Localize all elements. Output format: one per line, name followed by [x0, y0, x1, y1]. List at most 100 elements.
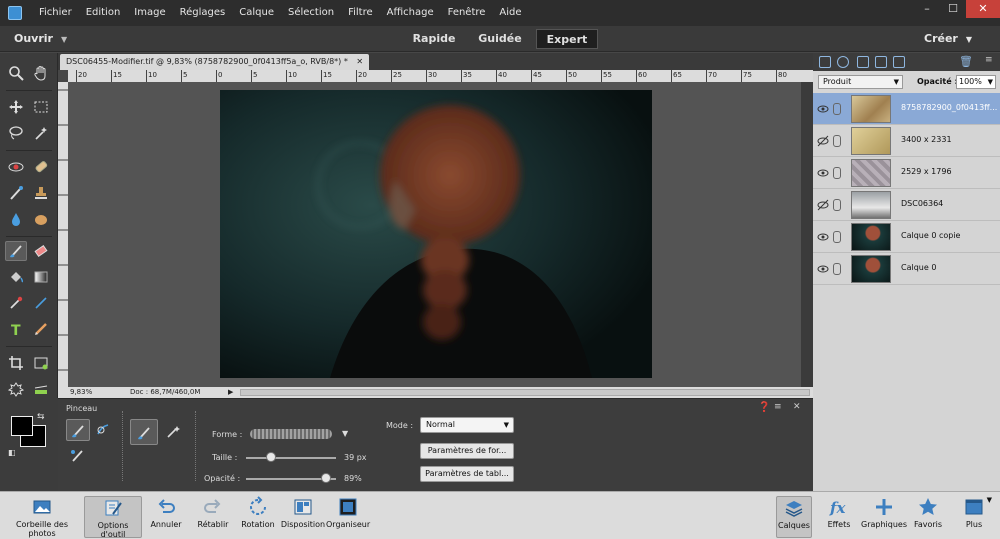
line-tool-icon[interactable] — [30, 293, 52, 313]
taille-slider[interactable] — [246, 457, 336, 459]
panel-menu-icon[interactable]: ≡ — [985, 55, 993, 65]
brush-tool-icon[interactable] — [5, 241, 27, 261]
airbrush-icon[interactable] — [160, 419, 188, 445]
link-icon[interactable] — [833, 231, 841, 243]
trash-icon[interactable]: 🗑 — [959, 55, 973, 68]
graphics-button[interactable]: Graphiques — [858, 496, 910, 538]
create-button[interactable]: Créer ▼ — [924, 26, 972, 53]
straighten-tool-icon[interactable] — [30, 379, 52, 399]
zoom-tool-icon[interactable] — [5, 63, 27, 83]
open-button[interactable]: Ouvrir ▼ — [14, 26, 67, 53]
cookie-cutter-icon[interactable] — [5, 379, 27, 399]
move-tool-icon[interactable] — [5, 97, 27, 117]
eye-icon[interactable] — [817, 263, 829, 275]
help-icon[interactable]: ❓ — [758, 402, 770, 413]
lock-all-icon[interactable] — [893, 56, 905, 68]
layers-button[interactable]: Calques — [776, 496, 812, 538]
close-tab-icon[interactable]: ✕ — [356, 57, 363, 66]
layer-row[interactable]: 3400 x 2331 — [813, 125, 1000, 157]
close-panel-icon[interactable]: ✕ — [793, 402, 801, 412]
swap-colors-icon[interactable]: ⇆ — [37, 412, 45, 422]
effects-button[interactable]: fx Effets — [822, 496, 856, 538]
menu-fichier[interactable]: Fichier — [32, 0, 79, 26]
photo-bin-button[interactable]: Corbeille des photos — [2, 496, 82, 538]
layer-row[interactable]: DSC06364 — [813, 189, 1000, 221]
default-colors-icon[interactable]: ◧ — [8, 448, 16, 457]
menu-image[interactable]: Image — [127, 0, 172, 26]
mode-select[interactable]: Normal ▼ — [420, 417, 514, 433]
layer-row[interactable]: Calque 0 — [813, 253, 1000, 285]
link-icon[interactable] — [833, 263, 841, 275]
menu-aide[interactable]: Aide — [492, 0, 528, 26]
opacite-slider-knob[interactable] — [321, 473, 332, 483]
red-eye-icon[interactable] — [5, 157, 27, 177]
maximize-button[interactable]: ☐ — [940, 0, 966, 18]
clone-stamp-icon[interactable] — [30, 183, 52, 203]
tab-guidee[interactable]: Guidée — [476, 29, 524, 49]
crop-tool-icon[interactable] — [5, 353, 27, 373]
brush-mode-icon[interactable] — [66, 419, 90, 441]
chevron-down-icon[interactable]: ▼ — [342, 429, 348, 438]
canvas-area[interactable] — [68, 82, 801, 387]
link-icon[interactable] — [833, 135, 841, 147]
menu-edition[interactable]: Edition — [79, 0, 128, 26]
layer-row[interactable]: 2529 x 1796 — [813, 157, 1000, 189]
lock-transparency-icon[interactable] — [875, 56, 887, 68]
layout-button[interactable]: Disposition — [280, 496, 326, 538]
play-arrow-icon[interactable]: ▶ — [228, 387, 233, 398]
lasso-tool-icon[interactable] — [5, 123, 27, 143]
eyedropper-icon[interactable] — [5, 293, 27, 313]
menu-selection[interactable]: Sélection — [281, 0, 341, 26]
redo-button[interactable]: Rétablir — [192, 496, 234, 538]
color-replacement-icon[interactable] — [66, 445, 88, 467]
tab-expert[interactable]: Expert — [536, 29, 598, 49]
rect-marquee-icon[interactable] — [30, 97, 52, 117]
layer-mask-icon[interactable] — [857, 56, 869, 68]
pencil-tool-icon[interactable] — [30, 319, 52, 339]
smart-brush-icon[interactable] — [5, 183, 27, 203]
blur-tool-icon[interactable] — [5, 209, 27, 229]
menu-calque[interactable]: Calque — [232, 0, 281, 26]
impressionist-brush-icon[interactable] — [92, 419, 114, 441]
brush-settings-button[interactable]: Paramètres de for... — [420, 443, 514, 459]
menu-fenetre[interactable]: Fenêtre — [441, 0, 493, 26]
tab-rapide[interactable]: Rapide — [410, 29, 458, 49]
magic-wand-icon[interactable] — [30, 123, 52, 143]
eye-hidden-icon[interactable] — [817, 199, 829, 211]
more-button[interactable]: Plus ▼ — [954, 496, 994, 538]
spot-healing-icon[interactable] — [30, 157, 52, 177]
layer-row[interactable]: 8758782900_0f0413ff... — [813, 93, 1000, 125]
document-tab[interactable]: DSC06455-Modifier.tif @ 9,83% (875878290… — [60, 54, 370, 70]
new-layer-icon[interactable] — [819, 56, 831, 68]
menu-affichage[interactable]: Affichage — [380, 0, 441, 26]
zoom-level[interactable]: 9,83% — [70, 387, 92, 398]
menu-reglages[interactable]: Réglages — [173, 0, 233, 26]
recompose-tool-icon[interactable] — [30, 353, 52, 373]
layer-row[interactable]: Calque 0 copie — [813, 221, 1000, 253]
undo-button[interactable]: Annuler — [146, 496, 186, 538]
panel-menu-icon[interactable]: ≡ — [774, 402, 782, 412]
document-image[interactable] — [220, 90, 652, 378]
organizer-button[interactable]: Organiseur — [326, 496, 370, 538]
close-window-button[interactable]: ✕ — [966, 0, 1000, 18]
gradient-tool-icon[interactable] — [30, 267, 52, 287]
eye-icon[interactable] — [817, 167, 829, 179]
favorites-button[interactable]: Favoris — [910, 496, 946, 538]
tablet-settings-button[interactable]: Paramètres de tabl... — [420, 466, 514, 482]
airbrush-off-icon[interactable] — [130, 419, 158, 445]
link-icon[interactable] — [833, 103, 841, 115]
menu-filtre[interactable]: Filtre — [341, 0, 380, 26]
adjustment-layer-icon[interactable] — [837, 56, 849, 68]
vertical-scrollbar[interactable] — [801, 82, 813, 387]
hand-tool-icon[interactable] — [30, 63, 52, 83]
horizontal-scrollbar[interactable] — [240, 389, 810, 396]
paint-bucket-icon[interactable] — [5, 267, 27, 287]
type-tool-icon[interactable]: T — [5, 319, 27, 339]
eye-icon[interactable] — [817, 103, 829, 115]
minimize-button[interactable]: – — [914, 0, 940, 18]
taille-slider-knob[interactable] — [266, 452, 277, 462]
link-icon[interactable] — [833, 199, 841, 211]
eraser-tool-icon[interactable] — [30, 241, 52, 261]
brush-shape-preview[interactable] — [250, 429, 332, 439]
foreground-color-swatch[interactable] — [11, 416, 33, 436]
